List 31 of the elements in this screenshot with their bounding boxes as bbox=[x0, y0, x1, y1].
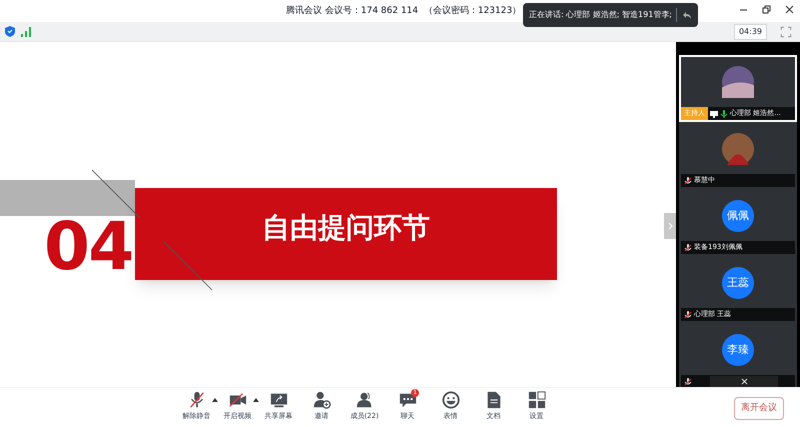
shield-icon bbox=[5, 26, 15, 37]
participant-tile[interactable]: 李臻 bbox=[679, 323, 797, 387]
close-icon[interactable] bbox=[785, 5, 794, 14]
restore-icon[interactable] bbox=[762, 5, 771, 14]
document-icon bbox=[484, 391, 502, 409]
avatar-photo-placeholder bbox=[722, 133, 754, 165]
screen-icon bbox=[710, 110, 718, 118]
slide-number: 04 bbox=[44, 214, 133, 280]
muted-mic-icon bbox=[188, 391, 206, 409]
caret-up-icon[interactable] bbox=[253, 398, 259, 402]
meeting-timer: 04:39 bbox=[734, 24, 767, 40]
people-icon bbox=[356, 391, 374, 409]
avatar: 佩佩 bbox=[722, 200, 754, 232]
grid-icon bbox=[528, 391, 546, 409]
signal-icon bbox=[21, 26, 31, 36]
chat-bubble-icon bbox=[398, 391, 416, 409]
avatar: 李臻 bbox=[722, 334, 754, 366]
video-off-icon bbox=[228, 391, 246, 409]
avatar-photo-placeholder bbox=[722, 66, 754, 98]
speaking-text: 正在讲话: 心理部 姬浩然; 智造191管李; bbox=[529, 9, 672, 21]
leave-meeting-button[interactable]: 离开会议 bbox=[734, 397, 784, 420]
fullscreen-icon[interactable] bbox=[781, 26, 791, 36]
avatar: 王蕊 bbox=[722, 267, 754, 299]
smiley-icon bbox=[442, 391, 460, 409]
window-title: 腾讯会议 会议号：174 862 114 （会议密码：123123） bbox=[286, 5, 522, 18]
caret-up-icon[interactable] bbox=[212, 398, 218, 402]
slide-heading: 自由提问环节 bbox=[262, 214, 430, 242]
chevron-right-icon bbox=[668, 222, 672, 230]
return-arrow-icon[interactable] bbox=[682, 10, 692, 20]
add-person-icon bbox=[312, 391, 330, 409]
screen-share-icon bbox=[270, 391, 288, 409]
